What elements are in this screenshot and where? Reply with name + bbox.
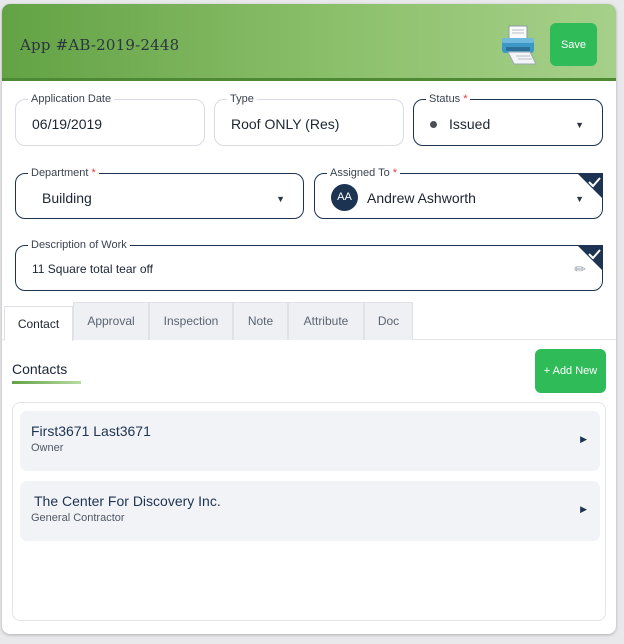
assigned-to-select[interactable]: Assigned To * AA Andrew Ashworth ▼ xyxy=(314,166,603,219)
contact-name: First3671 Last3671 xyxy=(31,423,151,439)
required-mark: * xyxy=(91,167,96,179)
contacts-list: First3671 Last3671 Owner ▶ The Center Fo… xyxy=(12,402,606,621)
application-date-label: Application Date xyxy=(28,92,115,106)
description-field[interactable]: Description of Work 11 Square total tear… xyxy=(15,238,603,291)
status-label: Status * xyxy=(426,92,471,106)
department-value: Building xyxy=(42,190,92,206)
required-mark: * xyxy=(392,167,398,179)
type-field[interactable]: Type Roof ONLY (Res) xyxy=(214,92,404,146)
chevron-down-icon[interactable]: ▼ xyxy=(276,194,285,204)
printer-icon[interactable] xyxy=(498,23,542,67)
status-dot-icon xyxy=(430,120,437,128)
department-select[interactable]: Department * Building ▼ xyxy=(15,166,304,219)
contact-role: General Contractor xyxy=(31,512,125,524)
avatar: AA xyxy=(331,184,358,211)
list-item[interactable]: First3671 Last3671 Owner ▶ xyxy=(20,411,600,471)
department-label: Department * xyxy=(28,166,99,180)
application-date-field[interactable]: Application Date 06/19/2019 xyxy=(15,92,205,146)
description-label: Description of Work xyxy=(28,238,130,252)
chevron-down-icon[interactable]: ▼ xyxy=(575,120,584,130)
list-item[interactable]: The Center For Discovery Inc. General Co… xyxy=(20,481,600,541)
add-new-button[interactable]: + Add New xyxy=(535,349,606,393)
chevron-right-icon[interactable]: ▶ xyxy=(580,434,587,445)
tab-inspection[interactable]: Inspection xyxy=(149,302,233,340)
tab-attribute[interactable]: Attribute xyxy=(288,302,364,340)
assigned-to-label: Assigned To * xyxy=(327,166,401,180)
type-value: Roof ONLY (Res) xyxy=(231,116,340,132)
chevron-right-icon[interactable]: ▶ xyxy=(580,504,587,515)
application-date-value: 06/19/2019 xyxy=(32,116,103,132)
heading-underline xyxy=(12,381,81,384)
check-icon xyxy=(577,173,603,199)
required-mark: * xyxy=(463,93,468,105)
tab-approval[interactable]: Approval xyxy=(73,302,149,340)
save-button[interactable]: Save xyxy=(550,23,597,66)
contact-role: Owner xyxy=(31,442,64,454)
page-title: App #AB-2019-2448 xyxy=(20,36,180,54)
status-select[interactable]: Status * Issued ▼ xyxy=(413,92,603,146)
description-value: 11 Square total tear off xyxy=(32,262,153,276)
tab-doc[interactable]: Doc xyxy=(364,302,413,340)
contacts-heading: Contacts xyxy=(12,361,68,377)
check-icon xyxy=(577,245,603,271)
application-card: App #AB-2019-2448 Save Application Date … xyxy=(2,4,616,634)
assigned-to-value: Andrew Ashworth xyxy=(367,190,476,206)
tab-contact[interactable]: Contact xyxy=(4,306,73,341)
contact-name: The Center For Discovery Inc. xyxy=(34,493,221,509)
type-label: Type xyxy=(227,92,257,106)
app-header: App #AB-2019-2448 Save xyxy=(2,4,616,81)
tab-bar: Contact Approval Inspection Note Attribu… xyxy=(2,302,616,341)
tab-note[interactable]: Note xyxy=(233,302,288,340)
status-value: Issued xyxy=(430,116,490,132)
